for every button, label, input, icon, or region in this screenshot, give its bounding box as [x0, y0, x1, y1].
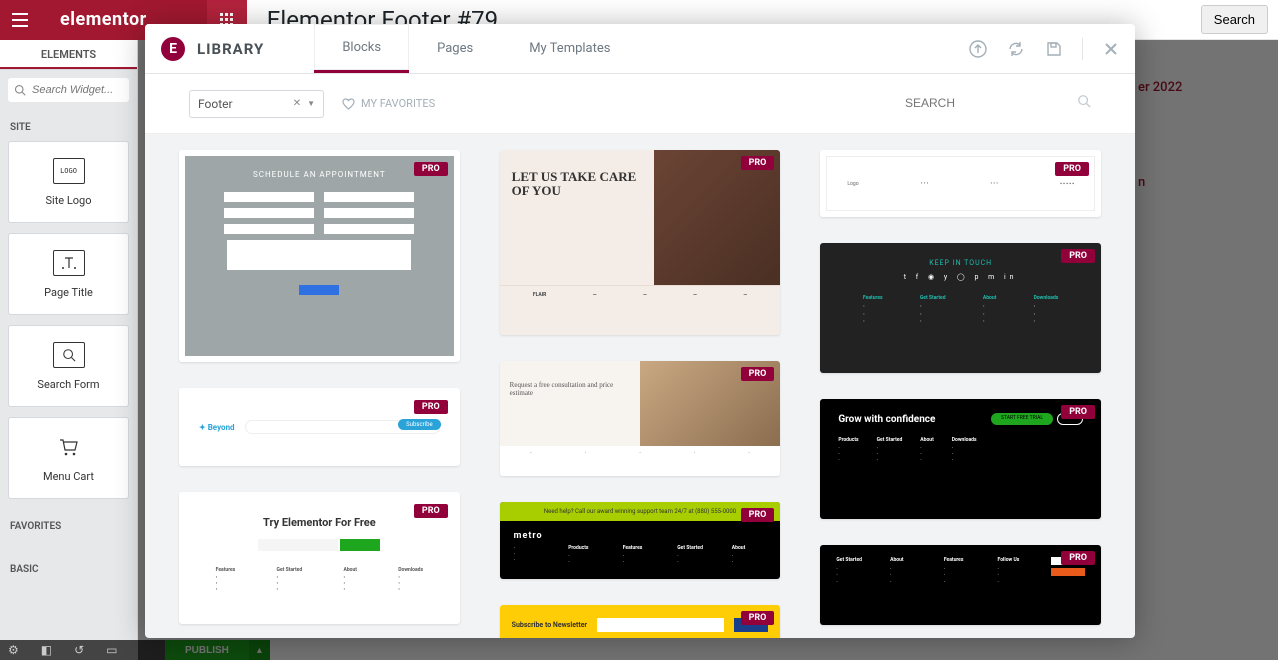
tab-my-templates[interactable]: My Templates [501, 24, 638, 73]
pro-badge: PRO [741, 611, 775, 625]
wp-search-button[interactable]: Search [1201, 5, 1268, 34]
template-card[interactable]: PRO Logo• • •• • •▪ ▪ ▪ ▪ ▪ [820, 150, 1101, 217]
close-icon[interactable] [1101, 39, 1121, 59]
template-card[interactable]: PRO Need help? Call our award winning su… [500, 502, 781, 579]
responsive-icon[interactable]: ▭ [106, 643, 117, 657]
title-icon [53, 250, 85, 276]
pro-badge: PRO [1061, 551, 1095, 565]
template-thumbnail: KEEP IN TOUCH t f ◉ y ◯ p m in Features•… [820, 243, 1101, 373]
my-favorites-label: MY FAVORITES [361, 97, 435, 110]
widget-site-logo[interactable]: LOGO Site Logo [8, 141, 129, 223]
template-thumbnail: LET US TAKE CARE OF YOU [500, 150, 781, 285]
search-form-icon [53, 342, 85, 368]
pro-badge: PRO [741, 367, 775, 381]
pro-badge: PRO [741, 508, 775, 522]
my-favorites-toggle[interactable]: MY FAVORITES [342, 97, 435, 110]
elementor-panel: ELEMENTS SITE LOGO Site Logo Page Title … [0, 40, 138, 660]
template-card[interactable]: PRO ✦ Beyond Subscribe [179, 388, 460, 466]
pro-badge: PRO [1055, 162, 1089, 176]
widget-menu-cart[interactable]: Menu Cart [8, 417, 129, 499]
template-thumbnail: Request a free consultation and price es… [500, 361, 781, 446]
category-basic: BASIC [0, 540, 137, 583]
templates-grid[interactable]: PRO SCHEDULE AN APPOINTMENT PRO ✦ Beyond [145, 134, 1135, 638]
template-card[interactable]: PRO Try Elementor For Free Features••• G… [179, 492, 460, 624]
history-icon[interactable]: ↺ [74, 643, 84, 657]
template-thumbnail: Need help? Call our award winning suppor… [500, 502, 781, 579]
navigator-icon[interactable]: ◧ [41, 643, 52, 657]
search-icon [1077, 94, 1091, 108]
template-card[interactable]: PRO SCHEDULE AN APPOINTMENT [179, 150, 460, 362]
category-select[interactable]: Footer ✕ ▼ [189, 90, 324, 118]
template-card[interactable]: PRO KEEP IN TOUCH t f ◉ y ◯ p m in Featu… [820, 243, 1101, 373]
heart-icon [342, 98, 355, 110]
template-card[interactable]: PRO Subscribe to Newsletter [500, 605, 781, 638]
search-icon [14, 84, 26, 96]
modal-header: E LIBRARY Blocks Pages My Templates [145, 24, 1135, 74]
widget-label: Search Form [37, 378, 99, 391]
elementor-menu-burger[interactable] [0, 0, 40, 40]
library-search[interactable] [901, 92, 1091, 115]
category-value: Footer [198, 97, 233, 111]
import-icon[interactable] [968, 39, 988, 59]
widget-label: Site Logo [45, 194, 91, 207]
pro-badge: PRO [414, 400, 448, 414]
widget-search[interactable] [8, 78, 129, 102]
template-thumbnail: Subscribe to Newsletter [500, 605, 781, 638]
template-card[interactable]: PRO Grow with confidence START FREE TRIA… [820, 399, 1101, 519]
settings-icon[interactable]: ⚙ [8, 643, 19, 657]
tab-blocks[interactable]: Blocks [314, 24, 409, 73]
sync-icon[interactable] [1006, 39, 1026, 59]
category-site: SITE [0, 110, 137, 141]
template-card[interactable]: PRO Get Started••• About••• Features••• … [820, 545, 1101, 625]
widget-search-input[interactable] [8, 78, 129, 102]
category-favorites: FAVORITES [0, 509, 137, 540]
template-card[interactable]: PRO LET US TAKE CARE OF YOU FLAIR ———— [500, 150, 781, 335]
chevron-down-icon: ▼ [307, 99, 315, 108]
widget-search-form[interactable]: Search Form [8, 325, 129, 407]
template-thumbnail: Get Started••• About••• Features••• Foll… [820, 545, 1101, 625]
modal-title: LIBRARY [197, 40, 264, 58]
save-icon[interactable] [1044, 39, 1064, 59]
pro-badge: PRO [741, 156, 775, 170]
pro-badge: PRO [1061, 405, 1095, 419]
widget-label: Page Title [44, 286, 93, 299]
widget-label: Menu Cart [43, 470, 94, 483]
modal-toolbar: Footer ✕ ▼ MY FAVORITES [145, 74, 1135, 134]
tab-pages[interactable]: Pages [409, 24, 501, 73]
library-search-input[interactable] [901, 92, 1091, 115]
pro-badge: PRO [1061, 249, 1095, 263]
template-thumbnail: SCHEDULE AN APPOINTMENT [185, 156, 454, 356]
clear-category-icon[interactable]: ✕ [293, 98, 301, 109]
logo-icon: LOGO [53, 158, 85, 184]
elements-tab[interactable]: ELEMENTS [0, 40, 137, 69]
widget-page-title[interactable]: Page Title [8, 233, 129, 315]
elementor-logo-icon: E [161, 37, 185, 61]
cart-icon [53, 434, 85, 460]
pro-badge: PRO [414, 504, 448, 518]
pro-badge: PRO [414, 162, 448, 176]
template-thumbnail: Grow with confidence START FREE TRIAL — … [820, 399, 1101, 519]
template-card[interactable]: PRO Request a free consultation and pric… [500, 361, 781, 476]
library-modal: E LIBRARY Blocks Pages My Templates Foot… [145, 24, 1135, 638]
